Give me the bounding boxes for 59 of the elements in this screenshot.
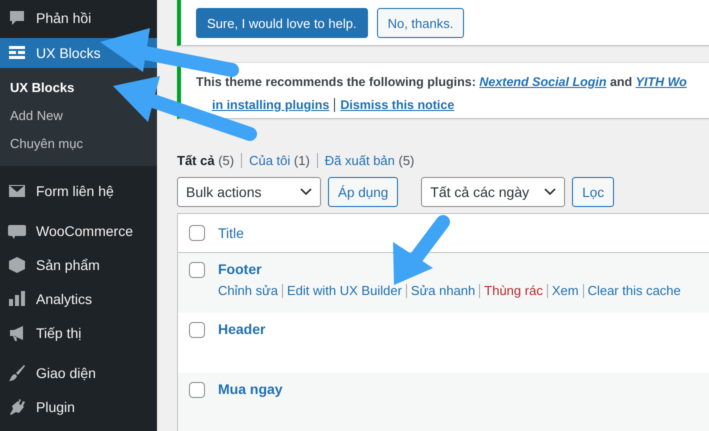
plugin-link[interactable]: YITH Wo <box>636 75 687 89</box>
menu-label: Form liên hệ <box>36 183 114 199</box>
menu-item[interactable]: WooCommerce <box>0 216 157 246</box>
menu-label: Analytics <box>36 291 92 307</box>
menu-item[interactable]: Phản hồi <box>0 3 157 33</box>
chevron-icon <box>544 188 556 196</box>
row-title[interactable]: Footer <box>218 261 685 277</box>
menu-item[interactable]: Tiếp thị <box>0 318 157 348</box>
brush-icon <box>8 364 26 382</box>
menu-item[interactable]: Analytics <box>0 284 157 314</box>
menu-item[interactable]: Sản phẩm <box>0 250 157 280</box>
decline-button[interactable]: No, thanks. <box>376 8 464 38</box>
menu-label: Plugin <box>36 399 75 415</box>
view-link[interactable]: Của tôi (1) <box>241 153 317 168</box>
checkbox[interactable] <box>189 262 205 278</box>
dropdown[interactable]: Tất cả các ngày <box>421 177 566 207</box>
notice-link[interactable]: Dismiss this notice <box>334 98 460 112</box>
column-header[interactable]: Title <box>218 225 244 241</box>
menu-label: Phản hồi <box>36 10 92 26</box>
checkbox[interactable] <box>189 322 205 338</box>
menu-item[interactable]: Giao diện <box>0 358 157 388</box>
apply-button[interactable]: Áp dụng <box>328 177 398 207</box>
bar-chart-icon <box>8 290 26 308</box>
row-action[interactable]: Xem <box>546 284 583 298</box>
menu-label: WooCommerce <box>36 223 133 239</box>
filter-button[interactable]: Lọc <box>572 177 614 207</box>
dropdown[interactable]: Bulk actions <box>177 177 321 207</box>
row-action[interactable]: Thùng rác <box>479 284 547 298</box>
menu-item[interactable]: Plugin <box>0 392 157 422</box>
plug-icon <box>8 398 26 416</box>
row-action[interactable]: Chỉnh sửa <box>218 284 282 298</box>
checkbox[interactable] <box>189 225 205 241</box>
checkbox[interactable] <box>189 382 205 398</box>
notice-text: This theme recommends the following plugins: Nextend Social Login and YITH Wo <box>196 75 688 89</box>
row-action[interactable]: Sửa nhanh <box>406 284 480 298</box>
submenu-item[interactable]: Chuyên mục <box>0 130 93 158</box>
plugin-link[interactable]: Nextend Social Login <box>479 75 606 89</box>
submenu-item[interactable]: UX Blocks <box>0 74 84 102</box>
shop-icon <box>8 222 26 240</box>
submenu-item[interactable]: Add New <box>0 102 73 130</box>
notice-link[interactable]: in installing plugins <box>212 98 334 112</box>
row-action[interactable]: Clear this cache <box>582 284 685 298</box>
arrow <box>393 215 450 285</box>
menu-label: UX Blocks <box>36 45 101 61</box>
menu-label: Giao diện <box>36 365 96 381</box>
chevron-icon <box>300 188 312 196</box>
envelope-icon <box>8 182 26 200</box>
blocks-icon <box>8 44 26 62</box>
row-title[interactable]: Header <box>218 321 266 337</box>
accept-button[interactable]: Sure, I would love to help. <box>196 8 368 38</box>
menu-label: Tiếp thị <box>36 325 82 341</box>
box-icon <box>8 256 26 274</box>
speech-bubble-icon <box>8 9 26 27</box>
menu-item[interactable]: Form liên hệ <box>0 176 157 206</box>
row-title[interactable]: Mua ngay <box>218 381 283 397</box>
view-link[interactable]: Tất cả (5) <box>177 153 242 168</box>
menu-label: Sản phẩm <box>36 257 100 273</box>
view-link[interactable]: Đã xuất bản (5) <box>316 153 422 168</box>
megaphone-icon <box>8 324 26 342</box>
